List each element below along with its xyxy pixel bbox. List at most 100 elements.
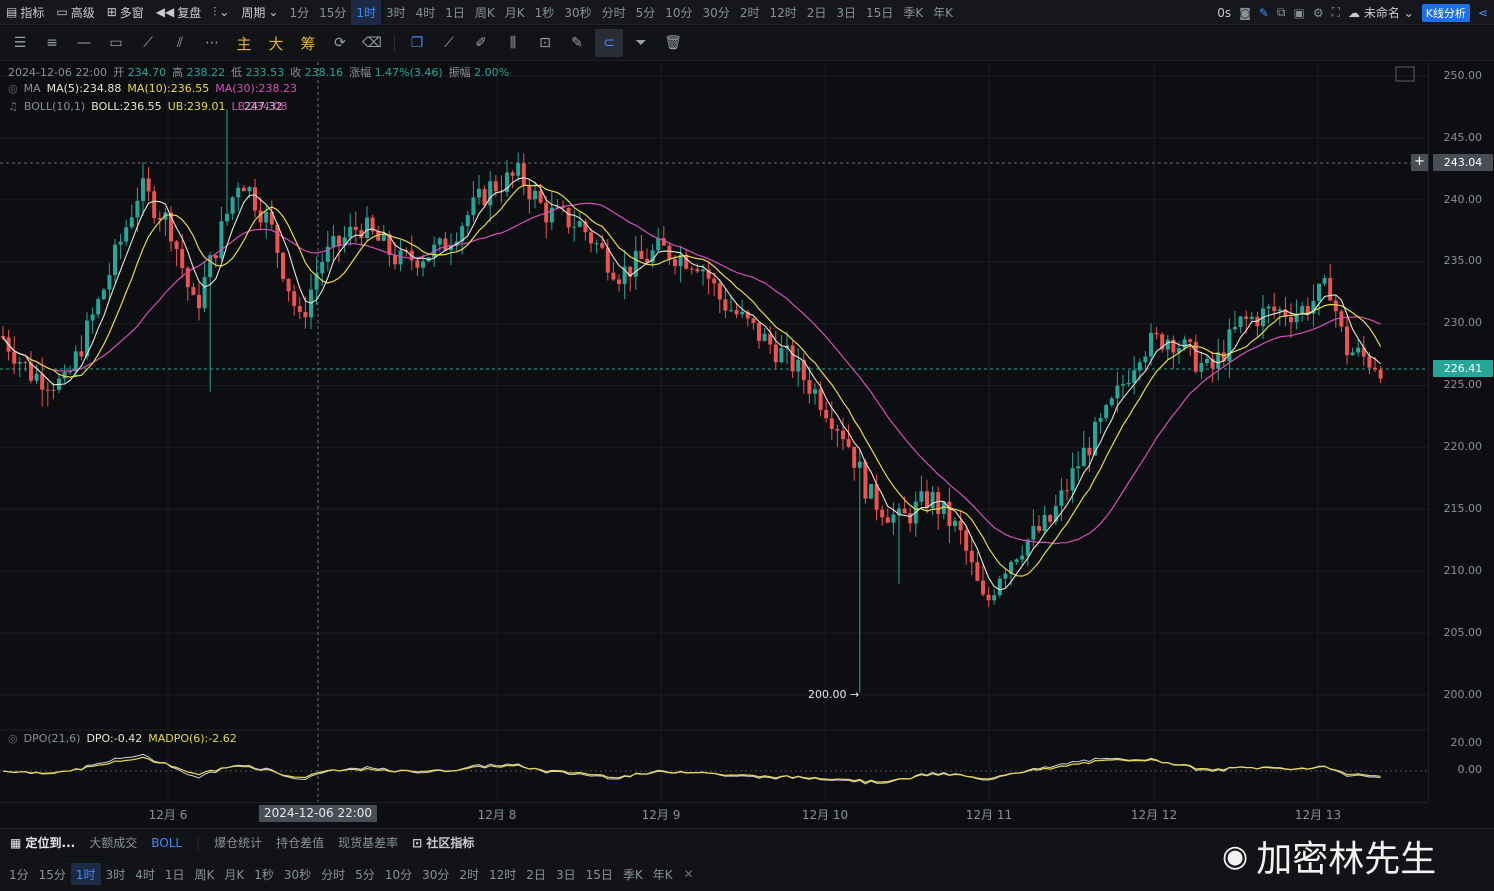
layout-name-button[interactable]: ☁ 未命名 ⌄ <box>1348 4 1414 21</box>
period-18[interactable]: 15日 <box>581 863 618 885</box>
period-20[interactable]: 年K <box>648 863 678 885</box>
period-6[interactable]: 周K <box>189 863 219 885</box>
period-button[interactable]: 周期 ⌄ <box>235 0 284 25</box>
share-icon[interactable]: ⋖ <box>1478 6 1488 20</box>
candle-body <box>353 226 358 230</box>
rectangle-icon[interactable]: ▭ <box>102 29 130 57</box>
period-3[interactable]: 3时 <box>101 863 131 885</box>
period-9[interactable]: 30秒 <box>559 0 596 25</box>
measure-icon[interactable]: ⟋ <box>435 29 463 57</box>
brush-icon[interactable]: ✐ <box>467 29 495 57</box>
period-11[interactable]: 5分 <box>631 0 661 25</box>
period-10[interactable]: 分时 <box>597 0 631 25</box>
period-15[interactable]: 12时 <box>484 863 521 885</box>
period-3[interactable]: 3时 <box>381 0 411 25</box>
period-19[interactable]: 季K <box>618 863 648 885</box>
liquidation-button[interactable]: 爆仓统计 <box>214 834 262 851</box>
main-tool-button[interactable]: 主 <box>230 29 258 57</box>
period-7[interactable]: 月K <box>500 0 530 25</box>
period-6[interactable]: 周K <box>470 0 500 25</box>
candle-body <box>701 269 705 272</box>
parallel-lines-icon[interactable]: ⫽ <box>166 29 194 57</box>
camera-icon[interactable]: ◙ <box>1239 6 1251 20</box>
period-14[interactable]: 2时 <box>454 863 484 885</box>
trash-icon[interactable]: 🗑 <box>659 29 687 57</box>
lock-icon[interactable]: ⊡ <box>531 29 559 57</box>
period-10[interactable]: 分时 <box>316 863 350 885</box>
big-tool-button[interactable]: 大 <box>262 29 290 57</box>
period-14[interactable]: 2时 <box>735 0 765 25</box>
price-axis[interactable]: 250.00 245.00 240.00 235.00 230.00 225.0… <box>1411 62 1494 802</box>
eye-icon[interactable]: ◎ <box>8 82 18 95</box>
big-trade-button[interactable]: 大额成交 <box>89 834 137 851</box>
chips-tool-button[interactable]: 筹 <box>294 29 322 57</box>
period-9[interactable]: 30秒 <box>279 863 316 885</box>
pencil-icon[interactable]: ✎ <box>1259 6 1269 20</box>
ruler-icon[interactable]: ⟋ <box>134 29 162 57</box>
chart-type-button[interactable]: ⫶ ⌄ <box>207 0 235 25</box>
kline-analysis-button[interactable]: K线分析 <box>1421 3 1470 22</box>
community-indicators-button[interactable]: ⊡ 社区指标 <box>412 834 474 851</box>
period-0[interactable]: 1分 <box>4 863 34 885</box>
dpo-name[interactable]: DPO(21,6) <box>24 732 81 745</box>
eye-icon[interactable]: ◎ <box>8 732 18 745</box>
grid-icon: ⊞ <box>106 5 117 19</box>
period-8[interactable]: 1秒 <box>530 0 560 25</box>
close-icon[interactable]: ✕ <box>684 867 694 881</box>
ma-name[interactable]: MA <box>24 82 41 95</box>
boll-button[interactable]: BOLL <box>151 836 182 850</box>
more-icon[interactable]: ⋯ <box>198 29 226 57</box>
period-5[interactable]: 1日 <box>160 863 190 885</box>
sync-icon[interactable]: ⟳ <box>326 29 354 57</box>
period-18[interactable]: 15日 <box>861 0 898 25</box>
period-16[interactable]: 2日 <box>802 0 832 25</box>
bell-icon[interactable]: ♫ <box>8 100 18 113</box>
period-12[interactable]: 10分 <box>380 863 417 885</box>
period-0[interactable]: 1分 <box>284 0 314 25</box>
screen-icon[interactable]: ▣ <box>1293 6 1304 20</box>
export-icon[interactable]: ⧉ <box>1277 5 1286 20</box>
period-4[interactable]: 4时 <box>411 0 441 25</box>
time-axis[interactable]: 12月 6 12月 8 12月 9 12月 10 12月 11 12月 12 1… <box>0 802 1428 824</box>
period-4[interactable]: 4时 <box>130 863 160 885</box>
bars-icon[interactable]: ⫼ <box>499 29 527 57</box>
period-2[interactable]: 1时 <box>70 863 101 885</box>
eraser-icon[interactable]: ⌫ <box>358 29 386 57</box>
add-alert-icon[interactable]: + <box>1411 154 1428 171</box>
filter-icon[interactable]: ⏷ <box>627 29 655 57</box>
fullscreen-icon[interactable]: ⛶ <box>1332 5 1340 20</box>
period-20[interactable]: 年K <box>928 0 958 25</box>
period-1[interactable]: 15分 <box>34 863 71 885</box>
candlestick-chart[interactable]: 247.32 200.00 → <box>0 62 1428 802</box>
period-16[interactable]: 2日 <box>521 863 551 885</box>
period-19[interactable]: 季K <box>898 0 928 25</box>
edit-icon[interactable]: ✎ <box>563 29 591 57</box>
basis-button[interactable]: 现货基差率 <box>338 834 398 851</box>
period-15[interactable]: 12时 <box>764 0 801 25</box>
period-17[interactable]: 3日 <box>551 863 581 885</box>
gear-icon[interactable]: ⚙ <box>1313 6 1324 20</box>
period-1[interactable]: 15分 <box>314 0 351 25</box>
lines-icon[interactable]: ≡ <box>38 29 66 57</box>
hline-icon[interactable]: — <box>70 29 98 57</box>
boll-name[interactable]: BOLL(10,1) <box>24 100 85 113</box>
locate-button[interactable]: ▦ 定位到... <box>10 834 75 851</box>
period-13[interactable]: 30分 <box>417 863 454 885</box>
period-11[interactable]: 5分 <box>350 863 380 885</box>
period-12[interactable]: 10分 <box>660 0 697 25</box>
period-17[interactable]: 3日 <box>831 0 861 25</box>
replay-button[interactable]: ◀◀ 复盘 <box>150 0 207 25</box>
period-8[interactable]: 1秒 <box>249 863 279 885</box>
position-diff-button[interactable]: 持仓差值 <box>276 834 324 851</box>
magnet-icon[interactable]: ⊂ <box>595 29 623 57</box>
indicators-button[interactable]: ▤ 指标 <box>0 0 50 25</box>
advanced-button[interactable]: ▭ 高级 <box>50 0 100 25</box>
copy-icon[interactable]: ❐ <box>403 29 431 57</box>
period-13[interactable]: 30分 <box>698 0 735 25</box>
period-2[interactable]: 1时 <box>351 0 381 25</box>
period-5[interactable]: 1日 <box>440 0 470 25</box>
multi-window-button[interactable]: ⊞ 多窗 <box>101 0 150 25</box>
period-7[interactable]: 月K <box>219 863 249 885</box>
fullscreen-toggle-icon[interactable] <box>1395 66 1415 82</box>
menu-icon[interactable]: ☰ <box>6 29 34 57</box>
